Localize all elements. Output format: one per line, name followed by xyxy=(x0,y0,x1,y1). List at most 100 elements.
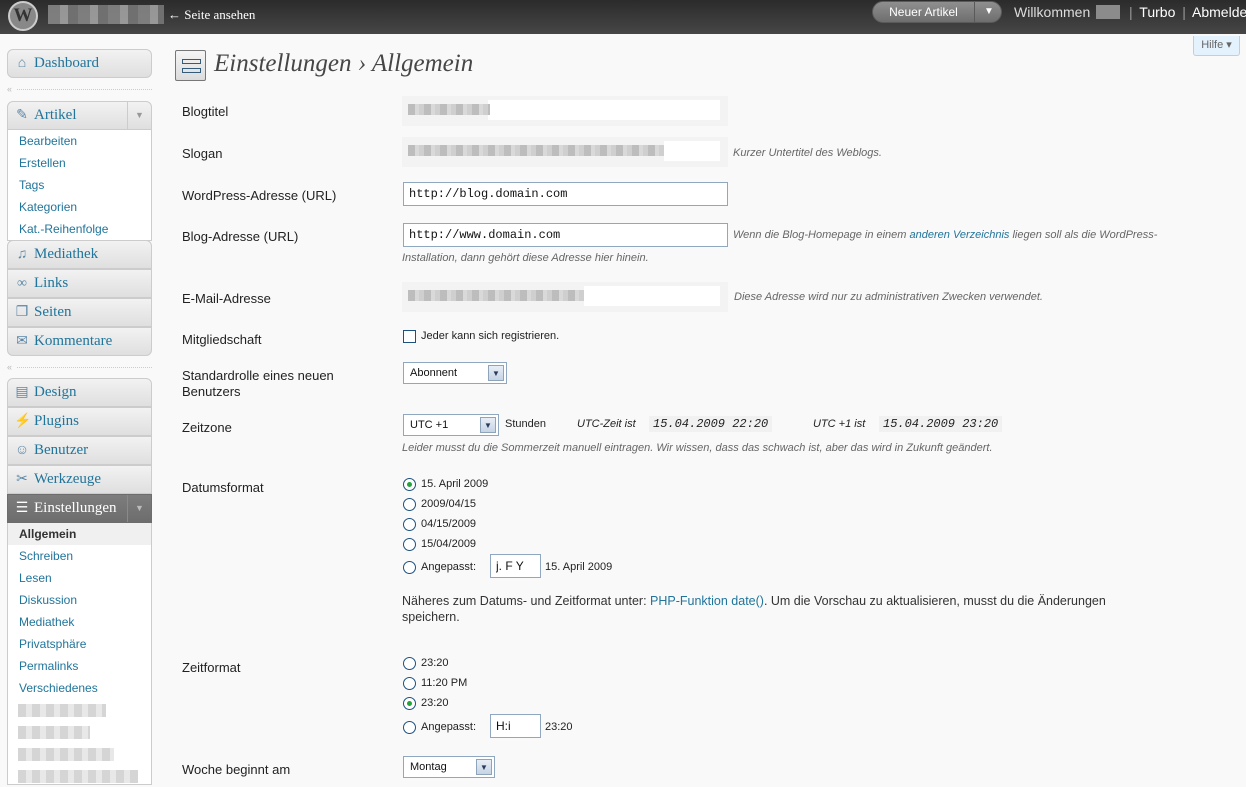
submenu-discussion[interactable]: Diskussion xyxy=(8,589,151,611)
menu-settings[interactable]: ☰ Einstellungen ▼ xyxy=(7,494,152,523)
utc-time-value: 15.04.2009 22:20 xyxy=(649,416,773,432)
turbo-link[interactable]: Turbo xyxy=(1139,4,1175,20)
weekstart-select[interactable]: Montag ▼ xyxy=(403,756,495,778)
date-format-radio[interactable] xyxy=(403,518,416,531)
time-format-radio[interactable] xyxy=(403,697,416,710)
email-label: E-Mail-Adresse xyxy=(182,291,271,306)
timeformat-label: Zeitformat xyxy=(182,660,241,675)
settings-submenu: Allgemein Schreiben Lesen Diskussion Med… xyxy=(7,523,152,785)
menu-comments[interactable]: ✉ Kommentare xyxy=(7,327,152,356)
menu-separator[interactable]: « xyxy=(7,84,152,94)
submenu-reading[interactable]: Lesen xyxy=(8,567,151,589)
submenu-media[interactable]: Mediathek xyxy=(8,611,151,633)
users-icon: ☺ xyxy=(14,443,30,458)
blogtitle-input[interactable] xyxy=(402,96,728,126)
wordpress-logo-icon[interactable]: W xyxy=(8,1,38,31)
date-format-preview: 15. April 2009 xyxy=(545,561,613,573)
blogurl-description-cont: Installation, dann gehört diese Adresse … xyxy=(402,252,649,264)
time-format-radio[interactable] xyxy=(403,657,416,670)
menu-users[interactable]: ☺ Benutzer xyxy=(7,436,152,465)
date-format-radio[interactable] xyxy=(403,478,416,491)
menu-tools[interactable]: ✂ Werkzeuge xyxy=(7,465,152,494)
weekstart-label: Woche beginnt am xyxy=(182,762,291,777)
membership-option-label: Jeder kann sich registrieren. xyxy=(421,330,560,342)
timezone-hours-label: Stunden xyxy=(505,418,546,430)
utc-time-label: UTC-Zeit ist xyxy=(577,418,636,430)
username-redacted xyxy=(1096,5,1121,19)
redacted-menu-item[interactable] xyxy=(8,721,151,743)
chevron-down-icon: ▼ xyxy=(480,417,496,433)
slogan-label: Slogan xyxy=(182,146,223,161)
menu-design[interactable]: ▤ Design xyxy=(7,378,152,407)
menu-links[interactable]: ∞ Links xyxy=(7,269,152,298)
wpurl-input[interactable] xyxy=(403,182,728,206)
logout-link[interactable]: Abmelden xyxy=(1192,4,1246,20)
blogurl-input[interactable] xyxy=(403,223,728,247)
submenu-misc[interactable]: Verschiedenes xyxy=(8,677,151,699)
time-format-custom-radio[interactable] xyxy=(403,721,416,734)
time-format-radio[interactable] xyxy=(403,677,416,690)
slogan-description: Kurzer Untertitel des Weblogs. xyxy=(733,147,882,159)
chevron-down-icon[interactable]: ▼ xyxy=(127,495,151,522)
settings-icon: ☰ xyxy=(15,501,29,516)
submenu-tags[interactable]: Tags xyxy=(8,174,151,196)
submenu-new[interactable]: Erstellen xyxy=(8,152,151,174)
date-format-custom-input[interactable] xyxy=(490,554,541,578)
submenu-permalinks[interactable]: Permalinks xyxy=(8,655,151,677)
user-info: Willkommen | Turbo | Abmelden xyxy=(1014,4,1246,20)
menu-separator[interactable]: « xyxy=(7,362,152,372)
submenu-privacy[interactable]: Privatsphäre xyxy=(8,633,151,655)
time-format-option: 23:20 xyxy=(421,697,449,709)
local-time-label: UTC +1 ist xyxy=(813,418,866,430)
other-directory-link[interactable]: anderen Verzeichnis xyxy=(910,229,1010,241)
chevron-down-icon[interactable]: ▼ xyxy=(127,102,151,129)
view-site-link[interactable]: ← Seite ansehen xyxy=(168,7,255,23)
date-format-custom-radio[interactable] xyxy=(403,561,416,574)
page-title: Einstellungen › Allgemein xyxy=(214,50,474,77)
help-button[interactable]: Hilfe ▾ xyxy=(1193,36,1240,56)
blogurl-label: Blog-Adresse (URL) xyxy=(182,229,299,244)
time-format-preview: 23:20 xyxy=(545,721,573,733)
email-input[interactable] xyxy=(402,282,728,312)
menu-pages[interactable]: ❐ Seiten xyxy=(7,298,152,327)
submenu-writing[interactable]: Schreiben xyxy=(8,545,151,567)
chevron-down-icon: ▼ xyxy=(476,759,492,775)
site-name-redacted[interactable] xyxy=(48,5,164,24)
blogurl-description: Wenn die Blog-Homepage in einem anderen … xyxy=(733,229,1158,241)
date-format-option: 04/15/2009 xyxy=(421,518,477,530)
submenu-category-order[interactable]: Kat.-Reihenfolge xyxy=(8,218,151,240)
date-format-radio[interactable] xyxy=(403,498,416,511)
time-format-custom-label: Angepasst: xyxy=(421,721,477,733)
submenu-general[interactable]: Allgemein xyxy=(8,523,151,545)
date-format-radio[interactable] xyxy=(403,538,416,551)
menu-posts[interactable]: ✎ Artikel ▼ xyxy=(7,101,152,130)
time-format-custom-input[interactable] xyxy=(490,714,541,738)
menu-media[interactable]: ♫ Mediathek xyxy=(7,240,152,269)
slogan-input[interactable] xyxy=(402,137,728,167)
date-format-custom-label: Angepasst: xyxy=(421,561,477,573)
menu-dashboard[interactable]: ⌂ Dashboard xyxy=(7,49,152,78)
timezone-select[interactable]: UTC +1 ▼ xyxy=(403,414,499,436)
chevron-down-icon[interactable]: ▼ xyxy=(976,2,1002,22)
redacted-menu-item[interactable] xyxy=(8,743,151,765)
membership-checkbox[interactable] xyxy=(403,330,416,343)
new-post-button[interactable]: Neuer Artikel xyxy=(873,2,975,22)
settings-page-icon xyxy=(175,50,206,81)
time-format-option: 11:20 PM xyxy=(421,677,468,689)
menu-plugins[interactable]: ⚡ Plugins xyxy=(7,407,152,436)
link-icon: ∞ xyxy=(17,276,27,291)
submenu-edit[interactable]: Bearbeiten xyxy=(8,130,151,152)
php-date-function-link[interactable]: PHP-Funktion date() xyxy=(650,594,764,608)
posts-submenu: Bearbeiten Erstellen Tags Kategorien Kat… xyxy=(7,130,152,241)
date-help-text: Näheres zum Datums- und Zeitformat unter… xyxy=(402,594,1106,624)
submenu-categories[interactable]: Kategorien xyxy=(8,196,151,218)
wpurl-label: WordPress-Adresse (URL) xyxy=(182,188,337,203)
redacted-menu-item[interactable] xyxy=(8,699,151,721)
blogtitle-label: Blogtitel xyxy=(182,104,229,119)
default-role-select[interactable]: Abonnent ▼ xyxy=(403,362,507,384)
dateformat-label: Datumsformat xyxy=(182,480,264,495)
home-icon: ⌂ xyxy=(17,56,27,71)
date-format-option: 2009/04/15 xyxy=(421,498,477,510)
membership-label: Mitgliedschaft xyxy=(182,332,262,347)
media-icon: ♫ xyxy=(16,247,28,262)
